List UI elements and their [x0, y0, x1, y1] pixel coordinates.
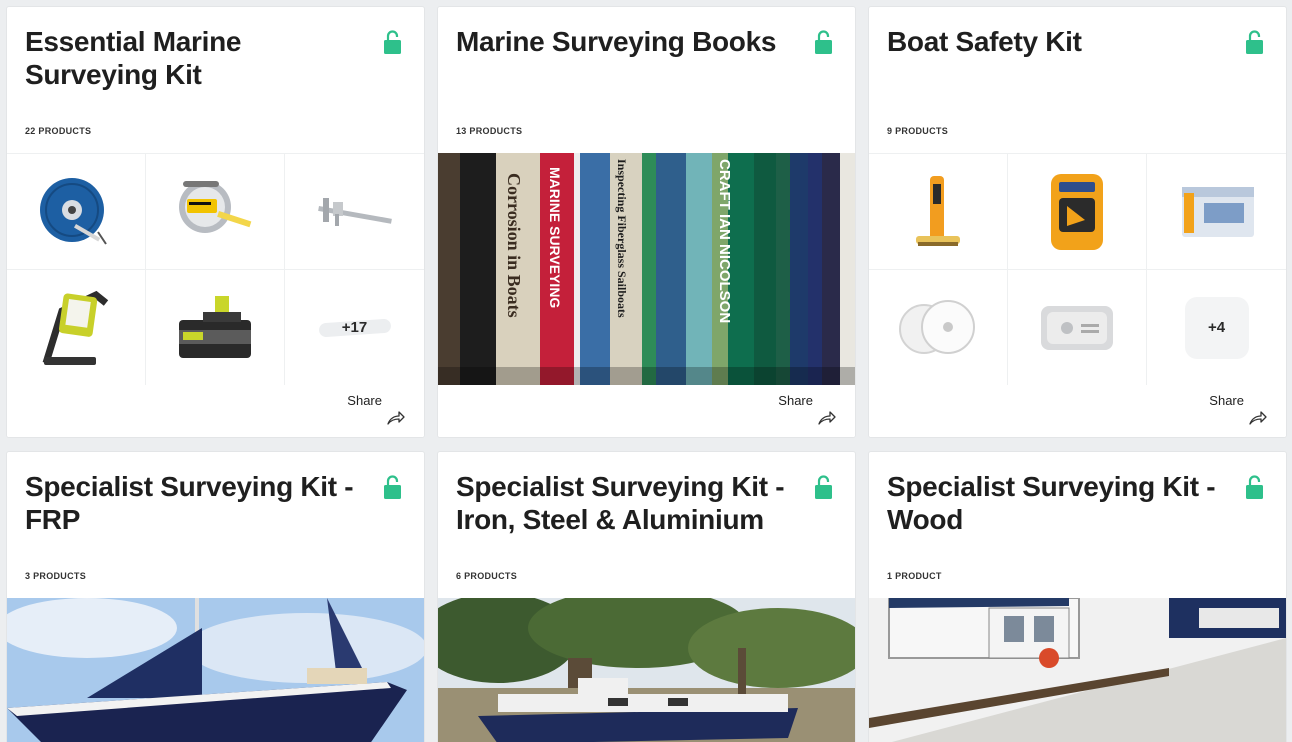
svg-text:Inspecting Fiberglass Sailboat: Inspecting Fiberglass Sailboats [615, 159, 629, 318]
unlocked-lock-icon [384, 30, 401, 54]
product-thumb-tape-measure[interactable] [146, 154, 285, 270]
product-thumb-more[interactable]: +17 [285, 270, 424, 386]
collection-title[interactable]: Essential Marine Surveying Kit [25, 25, 365, 91]
product-count: 22 PRODUCTS [25, 126, 92, 136]
share-row: Share [7, 385, 424, 437]
collection-title[interactable]: Specialist Surveying Kit - Wood [887, 470, 1227, 536]
share-arrow-icon[interactable] [818, 411, 836, 425]
collection-title[interactable]: Boat Safety Kit [887, 25, 1227, 58]
product-thumb-vernier-caliper[interactable] [285, 154, 424, 270]
share-label[interactable]: Share [1209, 393, 1244, 408]
product-thumb-smoke-alarms[interactable] [869, 270, 1008, 386]
svg-text:MARINE SURVEYING: MARINE SURVEYING [547, 167, 563, 308]
books-hero-image[interactable]: Corrosion in Boats MARINE SURVEYING Insp… [438, 153, 855, 385]
unlocked-lock-icon [815, 475, 832, 499]
more-products-count: +17 [341, 319, 368, 336]
product-count: 3 PRODUCTS [25, 571, 87, 581]
product-thumb-plb-device[interactable] [1008, 154, 1147, 270]
share-label[interactable]: Share [778, 393, 813, 408]
unlocked-lock-icon [1246, 30, 1263, 54]
svg-text:CRAFT IAN NICOLSON: CRAFT IAN NICOLSON [716, 159, 733, 323]
product-count: 13 PRODUCTS [456, 126, 523, 136]
product-thumbnail-grid: +17 [7, 153, 424, 386]
unlocked-lock-icon [1246, 475, 1263, 499]
share-arrow-icon[interactable] [1249, 411, 1267, 425]
wooden-boat-image[interactable] [869, 598, 1286, 742]
share-label[interactable]: Share [347, 393, 382, 408]
collection-card-essential-marine-surveying-kit[interactable]: Essential Marine Surveying Kit 22 PRODUC… [7, 7, 424, 437]
svg-text:Corrosion in Boats: Corrosion in Boats [504, 173, 524, 318]
share-arrow-icon[interactable] [387, 411, 405, 425]
collection-card-specialist-kit-frp[interactable]: Specialist Surveying Kit - FRP 3 PRODUCT… [7, 452, 424, 742]
unlocked-lock-icon [815, 30, 832, 54]
collection-card-marine-surveying-books[interactable]: Marine Surveying Books 13 PRODUCTS Corro… [438, 7, 855, 437]
product-thumbnail-grid: +4 [869, 153, 1286, 386]
sailboat-image[interactable] [7, 598, 424, 742]
collection-title[interactable]: Specialist Surveying Kit - FRP [25, 470, 365, 536]
product-thumb-tape-measure-reel[interactable] [7, 154, 146, 270]
product-thumb-personal-locator-beacon[interactable] [869, 154, 1008, 270]
share-row: Share [869, 385, 1286, 437]
collection-card-boat-safety-kit[interactable]: Boat Safety Kit 9 PRODUCTS +4 Share [869, 7, 1286, 437]
collection-card-specialist-kit-iron-steel-aluminium[interactable]: Specialist Surveying Kit - Iron, Steel &… [438, 452, 855, 742]
collection-title[interactable]: Marine Surveying Books [456, 25, 796, 58]
product-count: 6 PRODUCTS [456, 571, 518, 581]
steel-barge-image[interactable] [438, 598, 855, 742]
product-thumb-more[interactable]: +4 [1147, 270, 1286, 386]
unlocked-lock-icon [384, 475, 401, 499]
share-row: Share [438, 385, 855, 437]
more-products-count: +4 [1207, 319, 1226, 336]
product-thumb-work-light[interactable] [7, 270, 146, 386]
collection-card-specialist-kit-wood[interactable]: Specialist Surveying Kit - Wood 1 PRODUC… [869, 452, 1286, 742]
product-thumb-co-detector[interactable] [1008, 270, 1147, 386]
product-count: 9 PRODUCTS [887, 126, 949, 136]
collection-title[interactable]: Specialist Surveying Kit - Iron, Steel &… [456, 470, 796, 536]
product-thumb-battery-pack[interactable] [146, 270, 285, 386]
product-count: 1 PRODUCT [887, 571, 942, 581]
product-thumb-beacon-box[interactable] [1147, 154, 1286, 270]
